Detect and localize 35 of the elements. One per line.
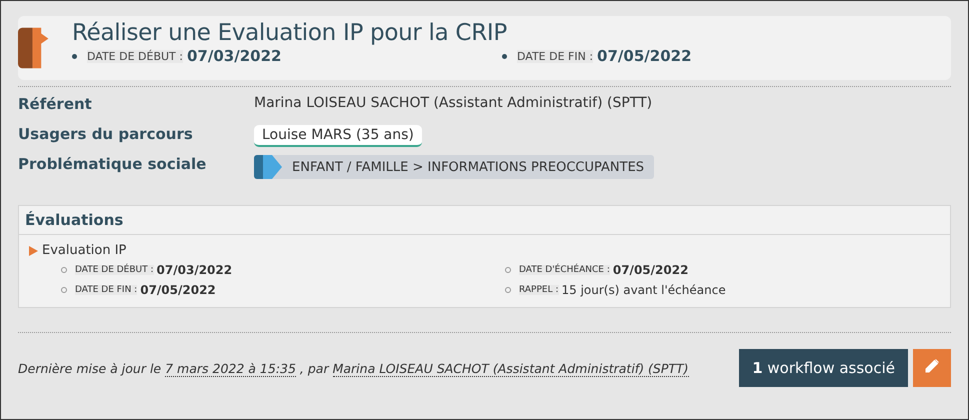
field-label: DATE DE DÉBUT : bbox=[75, 265, 154, 275]
date-value: 07/05/2022 bbox=[597, 47, 692, 65]
bullet-icon bbox=[505, 287, 511, 293]
date-label: DATE DE DÉBUT : bbox=[87, 50, 183, 62]
field-label: Référent bbox=[18, 95, 93, 115]
last-update-text: Dernière mise à jour le 7 mars 2022 à 15:35 , par Marina LOISEAU SACHOT (Assistant Administratif) (SPTT) bbox=[18, 360, 689, 376]
field-label: RAPPEL : bbox=[519, 285, 558, 295]
field-value: 15 jour(s) avant l'échéance bbox=[562, 283, 726, 297]
field-value: 07/05/2022 bbox=[612, 263, 688, 277]
field-label: Usagers du parcours bbox=[18, 125, 194, 145]
workflow-button[interactable]: 1 workflow associé bbox=[739, 349, 908, 387]
bullet-icon bbox=[502, 54, 507, 58]
field-value: 07/05/2022 bbox=[140, 283, 216, 297]
bullet-icon bbox=[61, 287, 67, 293]
author-link[interactable]: Marina LOISEAU SACHOT (Assistant Administratif) (SPTT) bbox=[332, 360, 689, 376]
bullet-icon bbox=[72, 54, 77, 58]
field-label: DATE D'ÉCHÉANCE : bbox=[519, 265, 610, 275]
pencil-icon bbox=[925, 359, 939, 373]
field-value: 07/03/2022 bbox=[156, 263, 232, 277]
field-value: Marina LOISEAU SACHOT (Assistant Administratif) (SPTT) bbox=[254, 95, 652, 111]
panel-title: Évaluations bbox=[25, 211, 124, 229]
bullet-icon bbox=[505, 267, 511, 273]
triangle-icon bbox=[29, 246, 38, 256]
date-link[interactable]: 7 mars 2022 à 15:35 bbox=[165, 360, 296, 376]
tag-text: ENFANT / FAMILLE > INFORMATIONS PREOCCUPANTES bbox=[292, 160, 644, 174]
field-label: Problématique sociale bbox=[18, 155, 208, 175]
page-title: Réaliser une Evaluation IP pour la CRIP bbox=[72, 20, 508, 46]
edit-button[interactable] bbox=[913, 349, 951, 387]
date-label: DATE DE FIN : bbox=[517, 50, 594, 62]
field-label: DATE DE FIN : bbox=[75, 285, 138, 295]
person-chip[interactable]: Louise MARS (35 ans) bbox=[254, 125, 422, 147]
flag-icon bbox=[254, 155, 284, 179]
evaluation-name[interactable]: Evaluation IP bbox=[42, 243, 126, 258]
date-value: 07/03/2022 bbox=[186, 47, 282, 65]
bullet-icon bbox=[61, 267, 67, 273]
